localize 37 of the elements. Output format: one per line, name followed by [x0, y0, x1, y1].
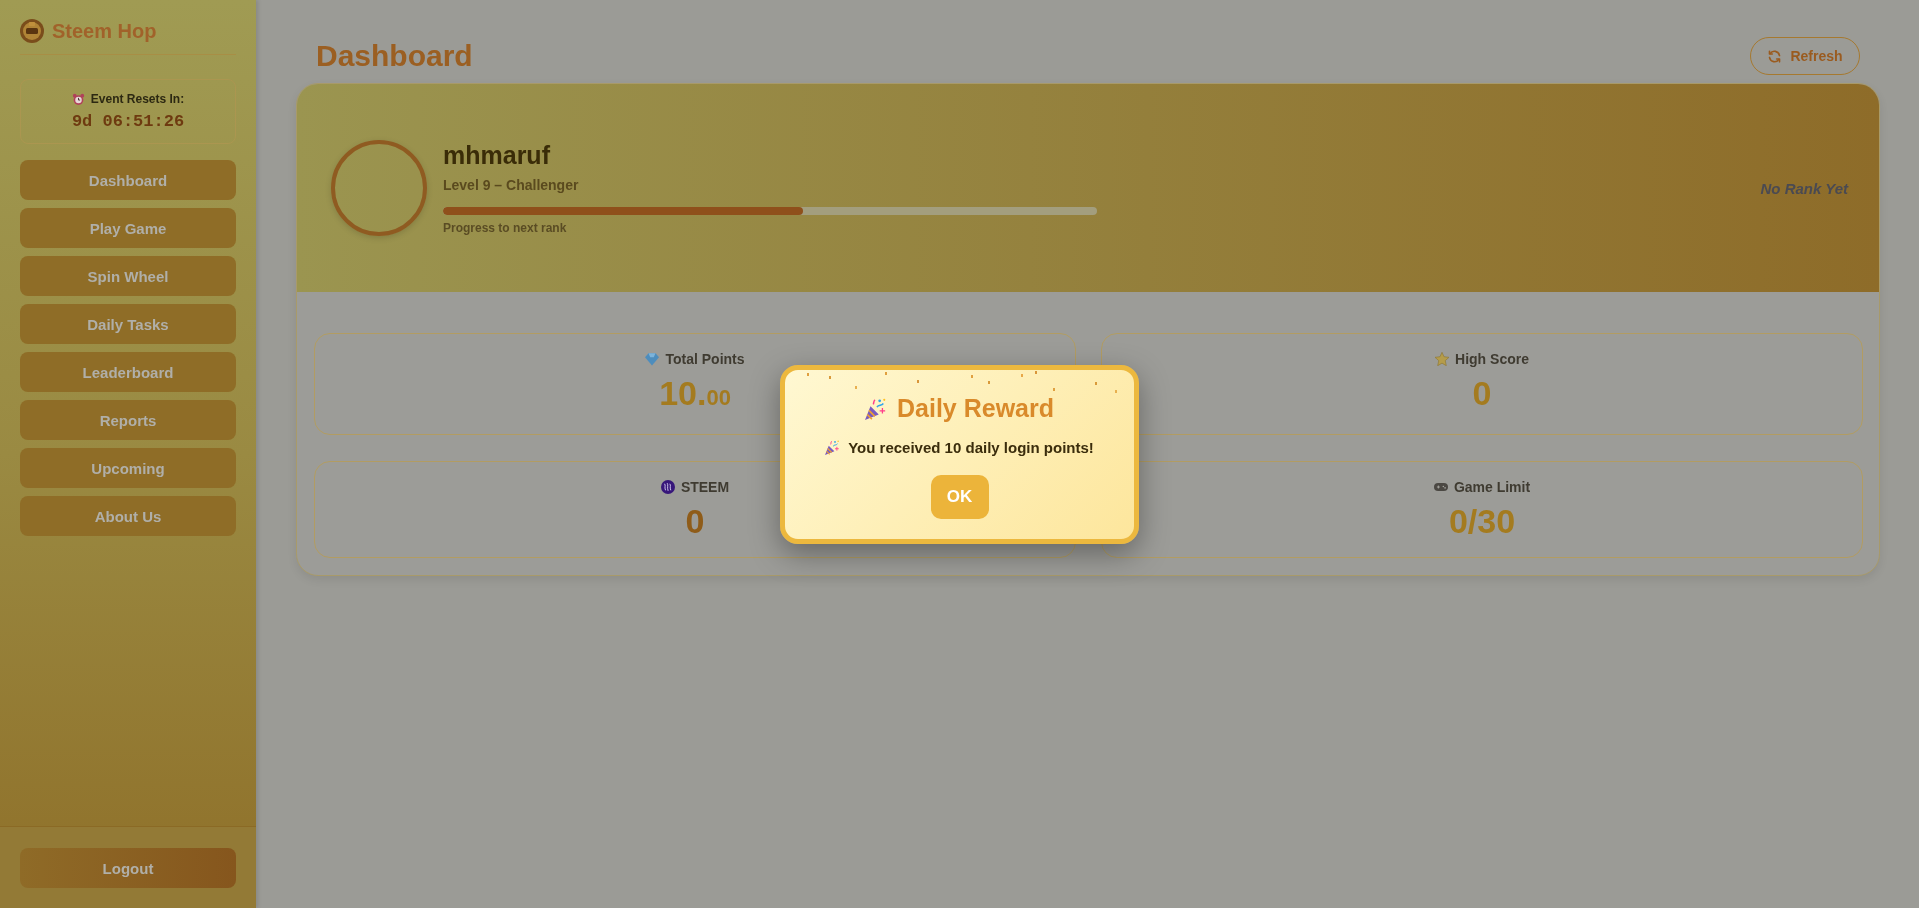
ok-button[interactable]: OK [930, 474, 989, 519]
stat-value: 0/30 [1448, 502, 1516, 540]
page-title: Dashboard [316, 39, 473, 73]
star-icon [1435, 352, 1450, 366]
logo-icon [20, 19, 44, 43]
nav-button[interactable]: About Us [20, 496, 236, 536]
wave-coin-icon [660, 480, 675, 494]
diamond-icon [645, 352, 660, 366]
nav-button[interactable]: Spin Wheel [20, 256, 236, 296]
stat-label: Total Points [665, 351, 745, 367]
nav-button[interactable]: Leaderboard [20, 352, 236, 392]
party-popper-icon [825, 440, 841, 455]
nav-button[interactable]: Play Game [20, 208, 236, 248]
dialog-title: Daily Reward [897, 394, 1054, 423]
logout-button[interactable]: Logout [20, 848, 236, 888]
nav-button[interactable]: Dashboard [20, 160, 236, 200]
stat-label: High Score [1455, 351, 1529, 367]
party-popper-icon [865, 397, 887, 420]
refresh-icon [1767, 48, 1783, 64]
timer-label: Event Resets In: [90, 92, 185, 106]
brand-name: Steem Hop [52, 19, 157, 43]
gamepad-icon [1433, 480, 1448, 494]
nav-button[interactable]: Daily Tasks [20, 304, 236, 344]
timer-value: 9d 06:51:26 [71, 112, 185, 131]
level-text: Level 9 – Challenger [443, 176, 579, 194]
username: mhmaruf [443, 140, 550, 170]
progress-caption: Progress to next rank [443, 221, 567, 236]
rank-text: No Rank Yet [1760, 179, 1848, 197]
dialog-message: You received 10 daily login points! [848, 439, 1094, 456]
nav-button[interactable]: Reports [20, 400, 236, 440]
nav-button[interactable]: Upcoming [20, 448, 236, 488]
stat-value: 0 [685, 502, 705, 540]
stat-label: Game Limit [1453, 479, 1531, 495]
stat-label: STEEM [680, 479, 730, 495]
stat-value: 10.00 [659, 374, 731, 414]
alarm-clock-icon [71, 92, 85, 106]
stat-value: 0 [1472, 374, 1492, 412]
